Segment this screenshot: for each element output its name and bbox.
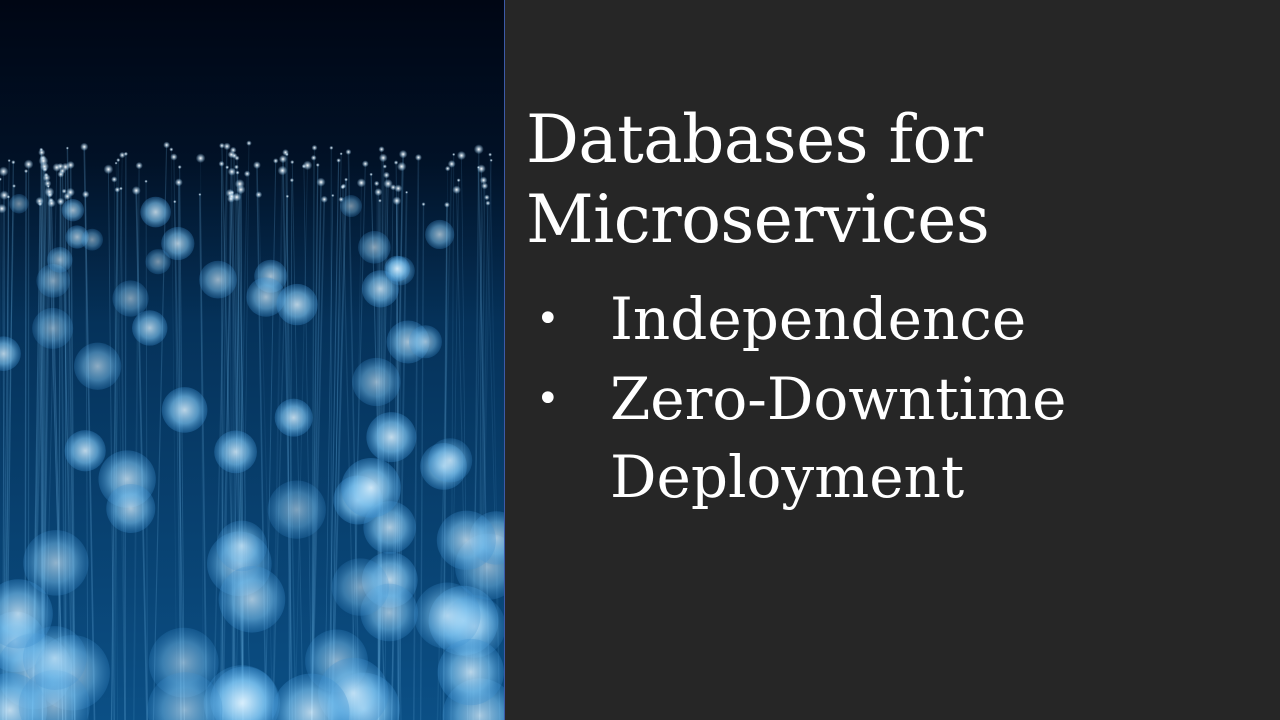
bullet-text: Zero-Downtime [610,365,1067,433]
bullet-item: • Zero-Downtime Deployment [526,360,1256,516]
slide-title-line: Databases for [526,101,983,178]
slide: Databases for Microservices • Independen… [0,0,1280,720]
bullet-icon: • [536,376,560,422]
bullet-item: • Independence [526,280,1256,358]
slide-title-line: Microservices [526,181,990,258]
bullet-text: Independence [610,285,1027,353]
bullet-list: • Independence • Zero-Downtime Deploymen… [526,280,1256,516]
bullet-icon: • [536,296,560,342]
fiber-optic-photo [0,0,504,720]
text-panel: Databases for Microservices • Independen… [526,100,1256,518]
bullet-text: Deployment [610,443,965,511]
slide-title: Databases for Microservices [526,100,1256,260]
fiber-optic-bokeh-icon [0,0,504,720]
panel-divider [504,0,505,720]
